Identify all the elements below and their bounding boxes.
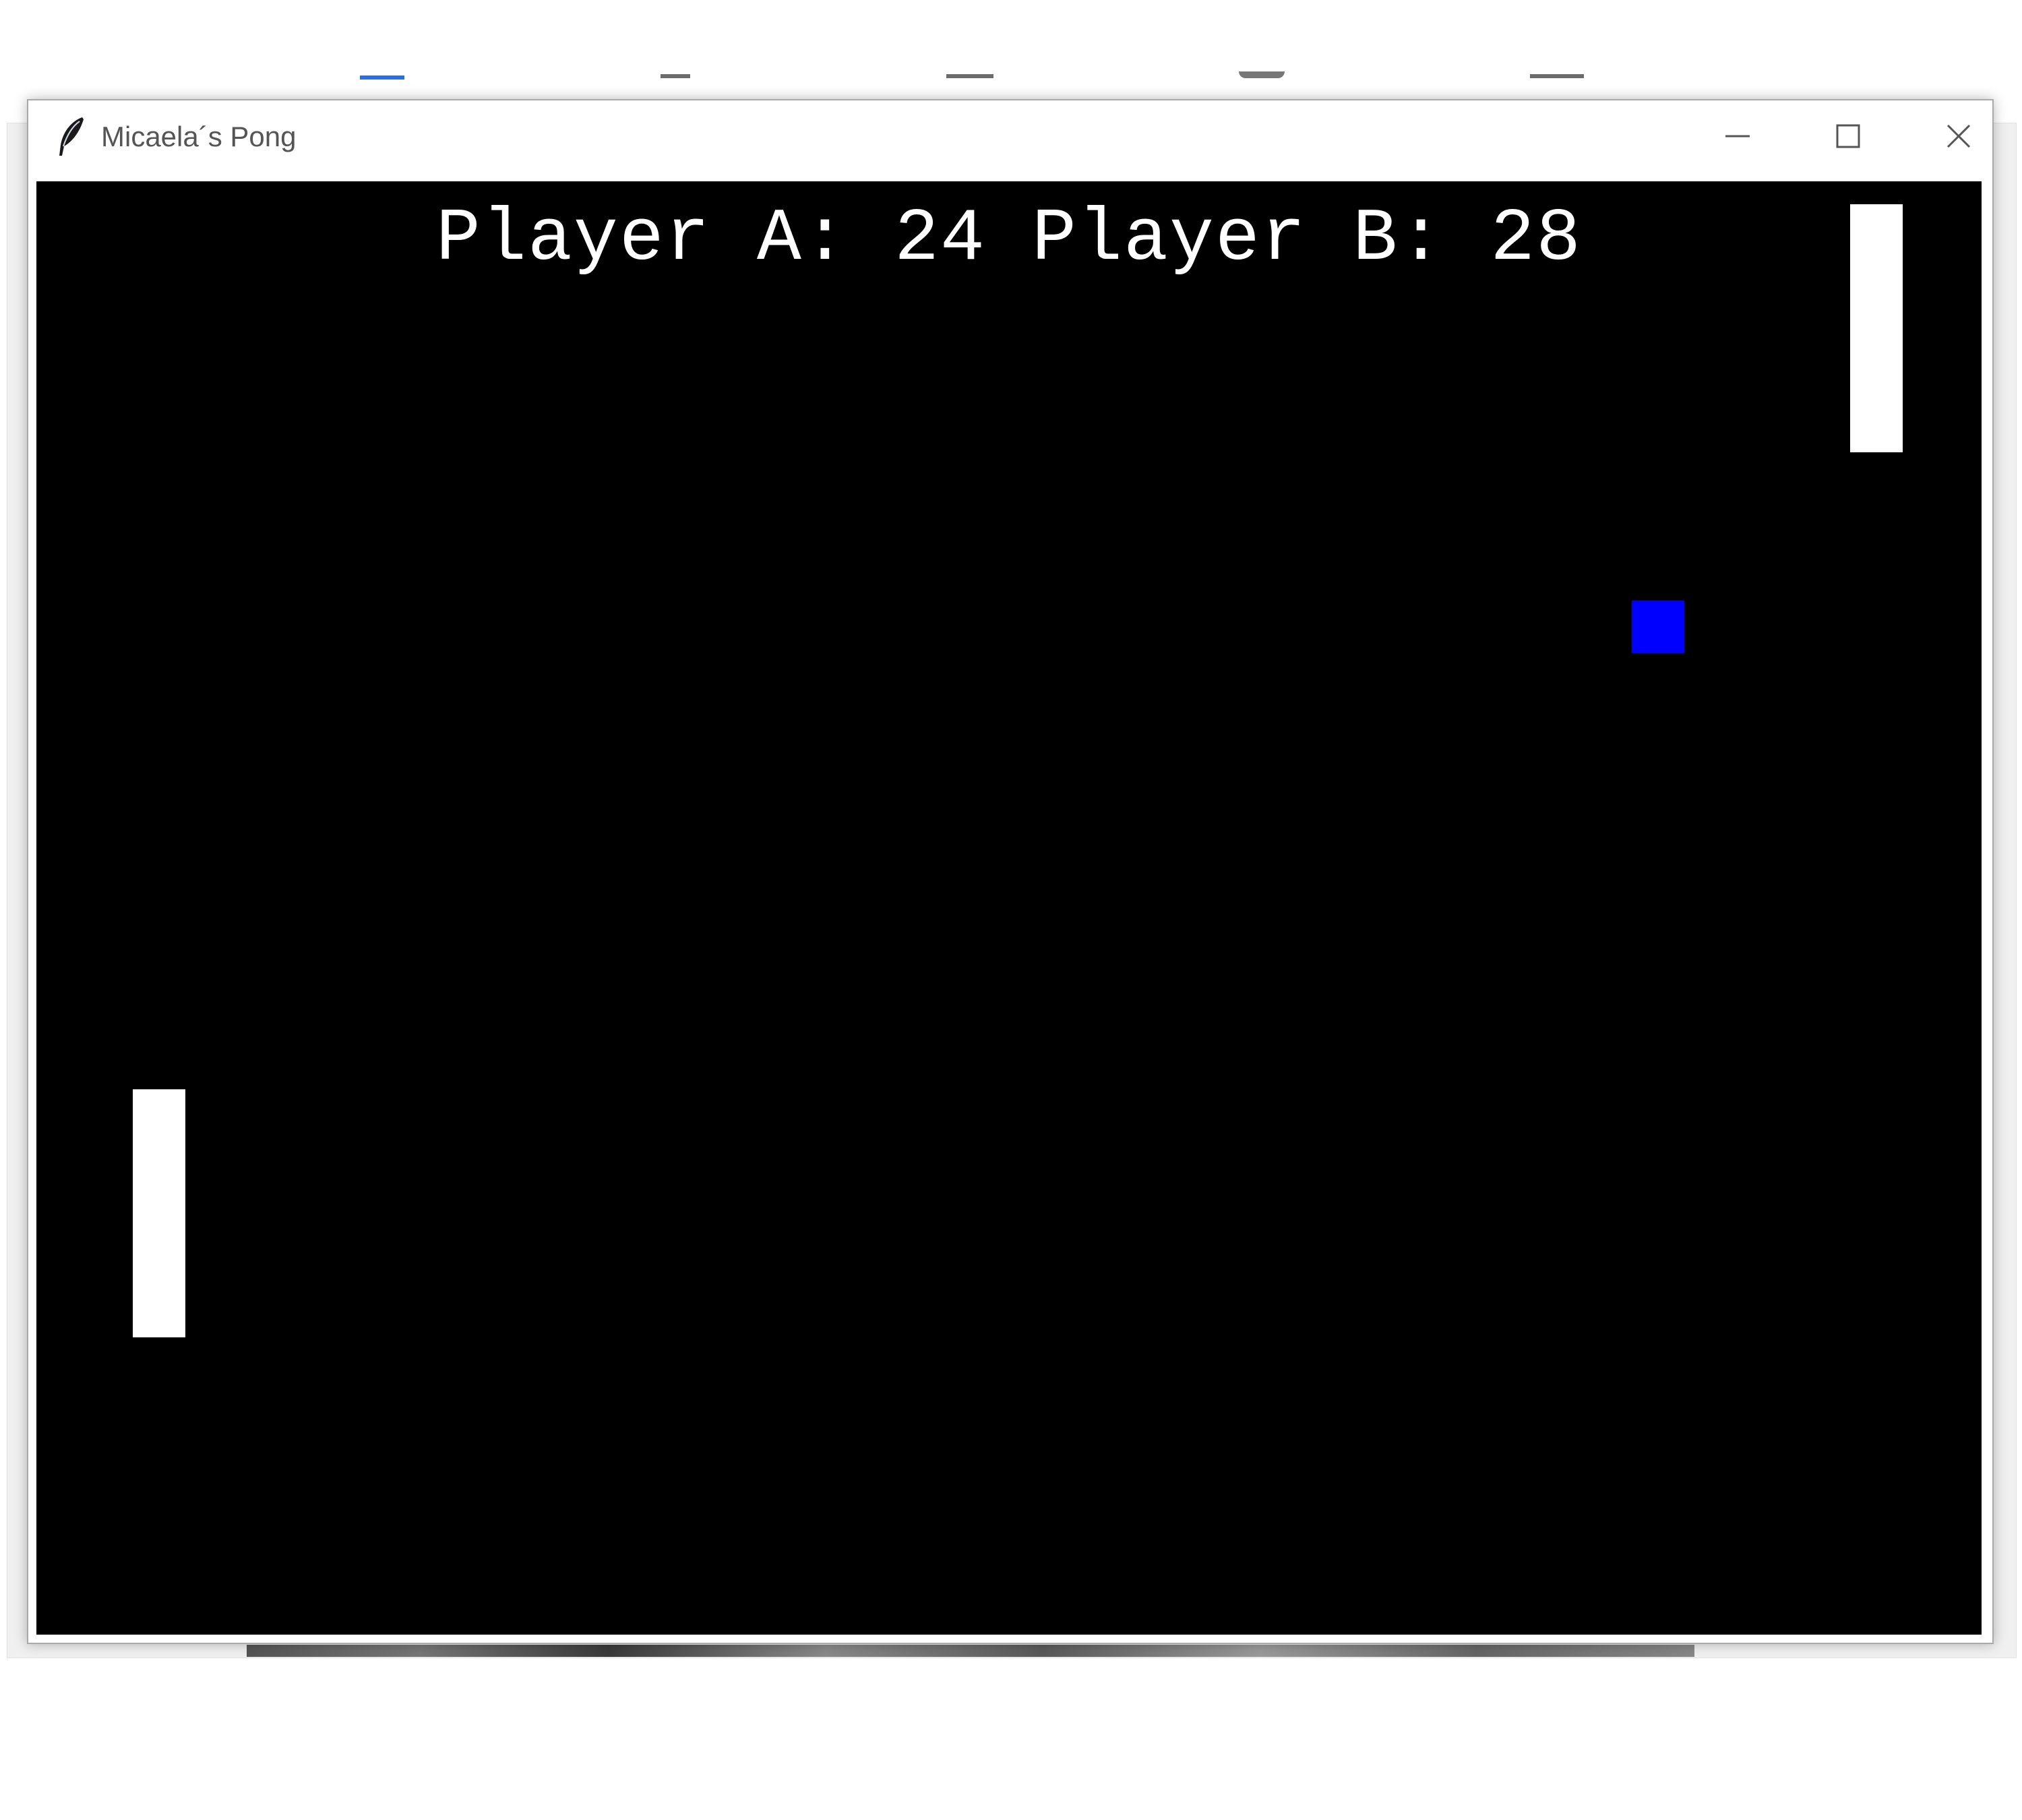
background-toolbar-mark [946,74,993,78]
scoreboard: Player A: 24 Player B: 28 [36,196,1982,284]
maximize-icon [1835,123,1862,153]
title-bar[interactable]: Micaela´s Pong [28,100,1992,175]
background-toolbar-mark [1530,74,1584,78]
ball [1632,601,1684,653]
game-canvas[interactable]: Player A: 24 Player B: 28 [36,181,1982,1635]
player-b-score: 28 [1490,198,1583,282]
player-b-label: Player B: [1032,198,1445,282]
player-a-label: Player A: [435,198,849,282]
paddle-a [133,1089,185,1337]
minimize-icon [1724,123,1751,153]
paddle-b [1850,204,1903,452]
background-image-strip [247,1645,1694,1657]
maximize-button[interactable] [1794,100,1902,175]
background-toolbar-mark [661,74,690,78]
minimize-button[interactable] [1684,100,1791,175]
close-button[interactable] [1905,100,2013,175]
game-window: Micaela´s Pong Player A: 24 Player B: 28 [27,99,1994,1644]
player-a-score: 24 [894,198,986,282]
window-title: Micaela´s Pong [101,121,297,152]
background-toolbar-mark [360,75,404,80]
close-icon [1945,123,1972,153]
background-toolbar-mark [1239,71,1285,78]
feather-icon [53,115,88,158]
